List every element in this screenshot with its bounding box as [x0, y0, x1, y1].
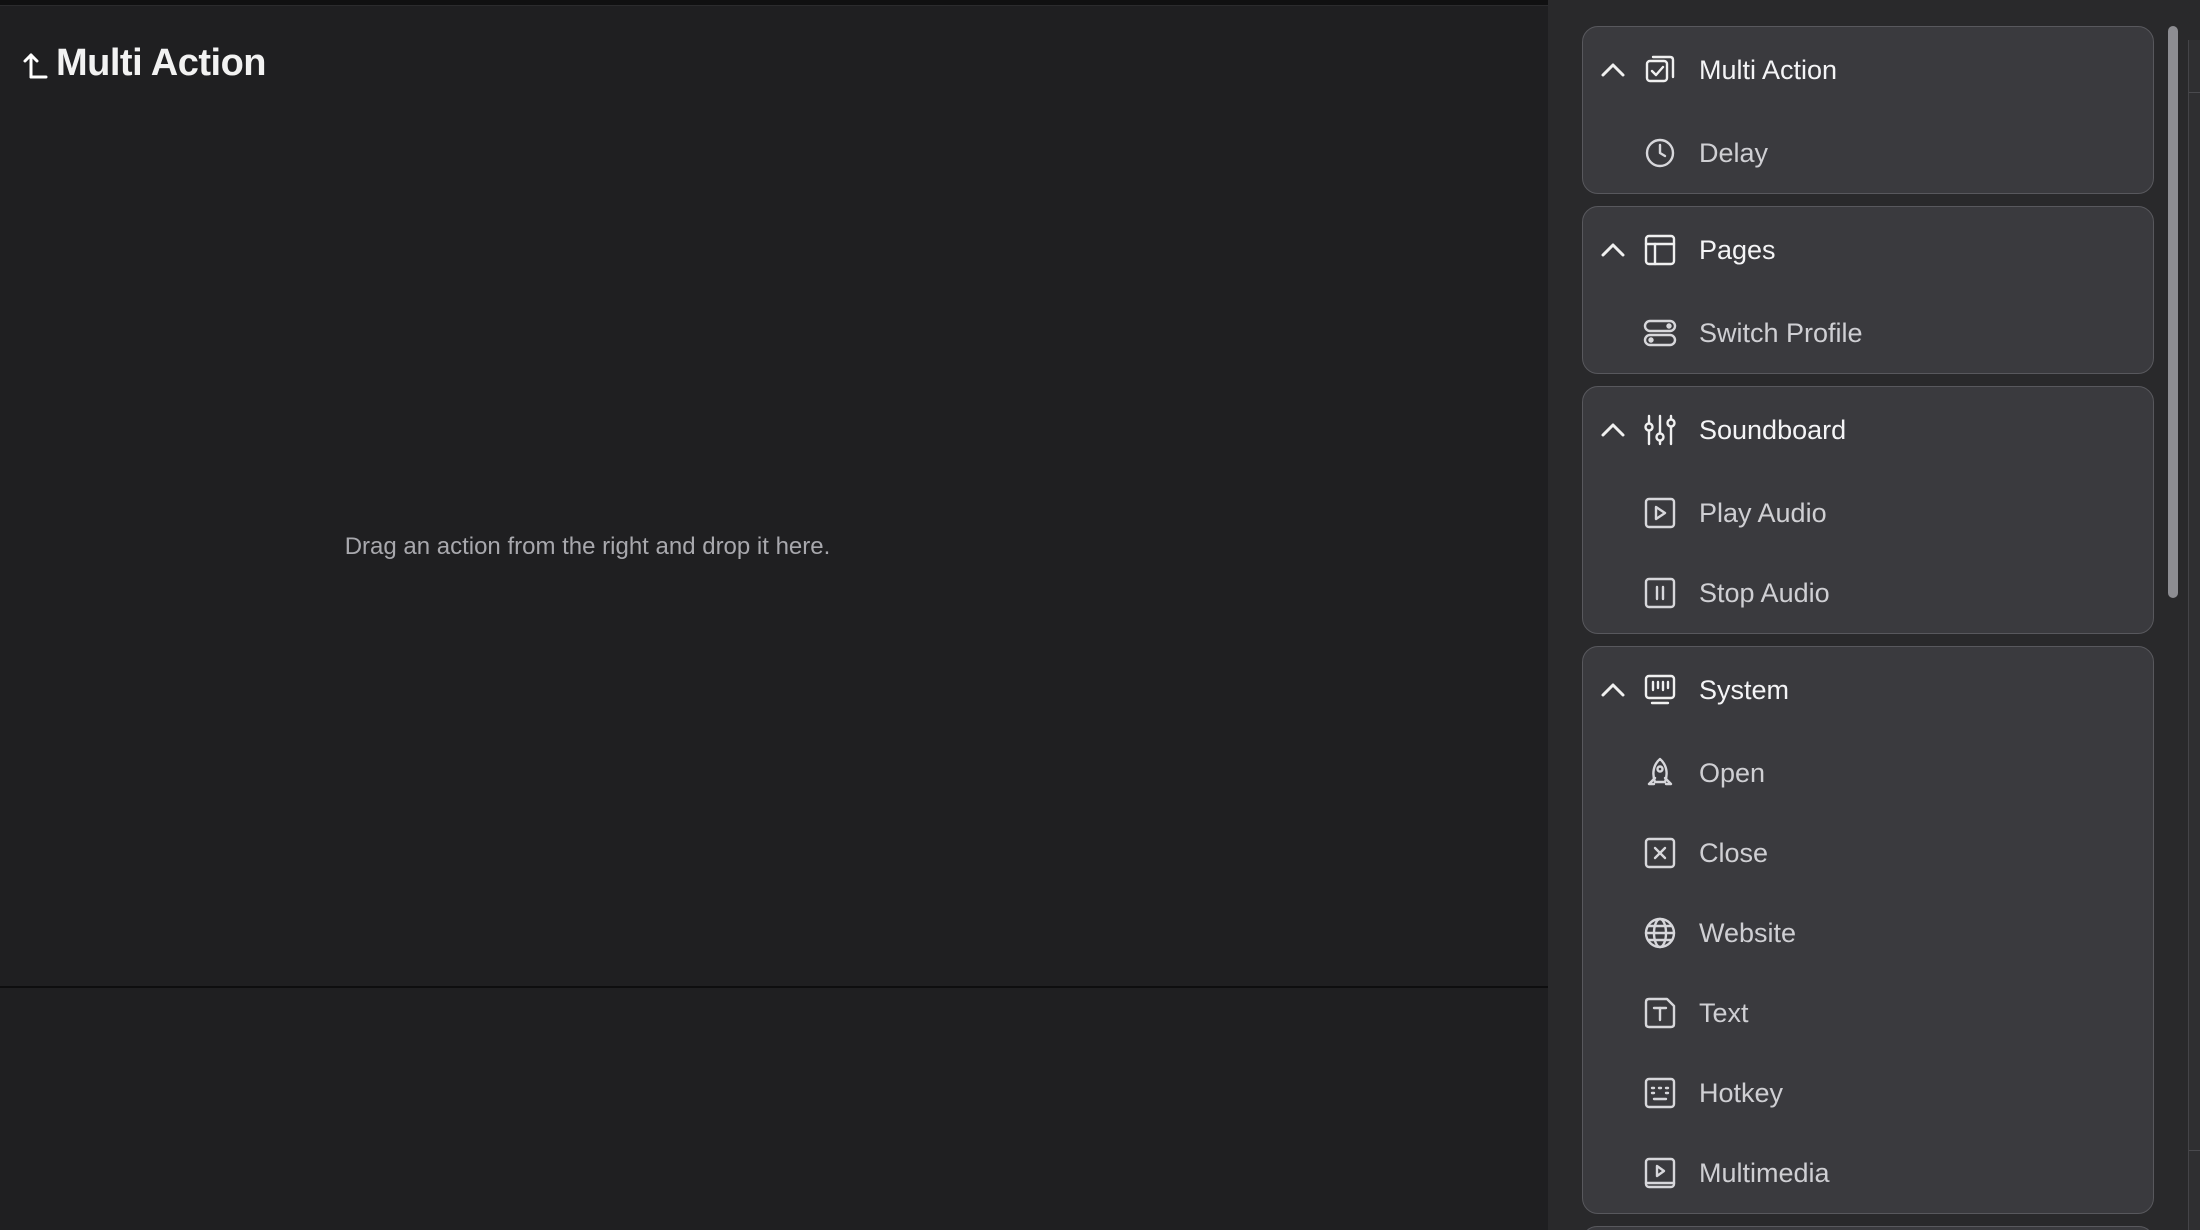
- group-label: Multi Action: [1699, 54, 1838, 85]
- text-square-icon: [1643, 996, 1677, 1030]
- group-header-pages[interactable]: Pages: [1583, 207, 2153, 293]
- action-label: Switch Profile: [1699, 317, 1863, 348]
- group-label: System: [1699, 674, 1790, 705]
- group-label: Soundboard: [1699, 414, 1847, 445]
- page-title-text: Multi Action: [56, 42, 267, 84]
- pause-square-icon: [1643, 576, 1677, 610]
- back-arrow-icon[interactable]: [22, 47, 50, 81]
- play-square-icon: [1643, 496, 1677, 530]
- group-system: System Open Close Website Text Hotkey Mu…: [1582, 646, 2154, 1214]
- library-scrollbar[interactable]: [2168, 26, 2178, 598]
- action-label: Play Audio: [1699, 497, 1827, 528]
- layout-icon: [1643, 233, 1677, 267]
- action-label: Website: [1699, 917, 1797, 948]
- group-soundboard: Soundboard Play Audio Stop Audio: [1582, 386, 2154, 634]
- chevron-up-icon[interactable]: [1597, 54, 1629, 86]
- chevron-up-icon[interactable]: [1597, 674, 1629, 706]
- editor-properties-area: [0, 988, 1548, 1230]
- action-item-switch-profile[interactable]: Switch Profile: [1583, 293, 2153, 373]
- drop-zone-hint: Drag an action from the right and drop i…: [344, 533, 831, 560]
- action-label: Delay: [1699, 137, 1769, 168]
- action-groups: Multi Action Delay Pages Switch Profile …: [1582, 26, 2154, 1230]
- action-item-open[interactable]: Open: [1583, 733, 2153, 813]
- group-label: Pages: [1699, 234, 1776, 265]
- window-edge-strip: [2188, 40, 2200, 1230]
- group-header-multi-action[interactable]: Multi Action: [1583, 27, 2153, 113]
- action-library: Multi Action Delay Pages Switch Profile …: [1548, 0, 2200, 1230]
- sliders-icon: [1643, 413, 1677, 447]
- group-header-system[interactable]: System: [1583, 647, 2153, 733]
- action-label: Open: [1699, 757, 1766, 788]
- action-label: Stop Audio: [1699, 577, 1830, 608]
- group-next-collapsed[interactable]: [1582, 1226, 2154, 1230]
- action-item-play-audio[interactable]: Play Audio: [1583, 473, 2153, 553]
- group-pages: Pages Switch Profile: [1582, 206, 2154, 374]
- action-item-stop-audio[interactable]: Stop Audio: [1583, 553, 2153, 633]
- globe-icon: [1643, 916, 1677, 950]
- close-square-icon: [1643, 836, 1677, 870]
- action-label: Hotkey: [1699, 1077, 1784, 1108]
- action-label: Multimedia: [1699, 1157, 1830, 1188]
- toggle-profile-icon: [1643, 316, 1677, 350]
- chevron-up-icon[interactable]: [1597, 234, 1629, 266]
- hotkey-square-icon: [1643, 1076, 1677, 1110]
- action-item-text[interactable]: Text: [1583, 973, 2153, 1053]
- action-item-close[interactable]: Close: [1583, 813, 2153, 893]
- rocket-icon: [1643, 756, 1677, 790]
- action-item-multimedia[interactable]: Multimedia: [1583, 1133, 2153, 1213]
- action-label: Text: [1699, 997, 1749, 1028]
- action-item-hotkey[interactable]: Hotkey: [1583, 1053, 2153, 1133]
- checkbox-icon: [1643, 53, 1677, 87]
- group-multi-action: Multi Action Delay: [1582, 26, 2154, 194]
- chevron-up-icon[interactable]: [1597, 414, 1629, 446]
- action-item-website[interactable]: Website: [1583, 893, 2153, 973]
- page-title: Multi Action: [22, 42, 267, 85]
- group-header-soundboard[interactable]: Soundboard: [1583, 387, 2153, 473]
- keyboard-monitor-icon: [1643, 673, 1677, 707]
- app-window: Multi Action Drag an action from the rig…: [0, 0, 2200, 1230]
- action-item-delay[interactable]: Delay: [1583, 113, 2153, 193]
- media-icon: [1643, 1156, 1677, 1190]
- clock-icon: [1643, 136, 1677, 170]
- top-divider: [0, 0, 1548, 6]
- action-label: Close: [1699, 837, 1769, 868]
- multi-action-editor: Multi Action Drag an action from the rig…: [0, 0, 1548, 1230]
